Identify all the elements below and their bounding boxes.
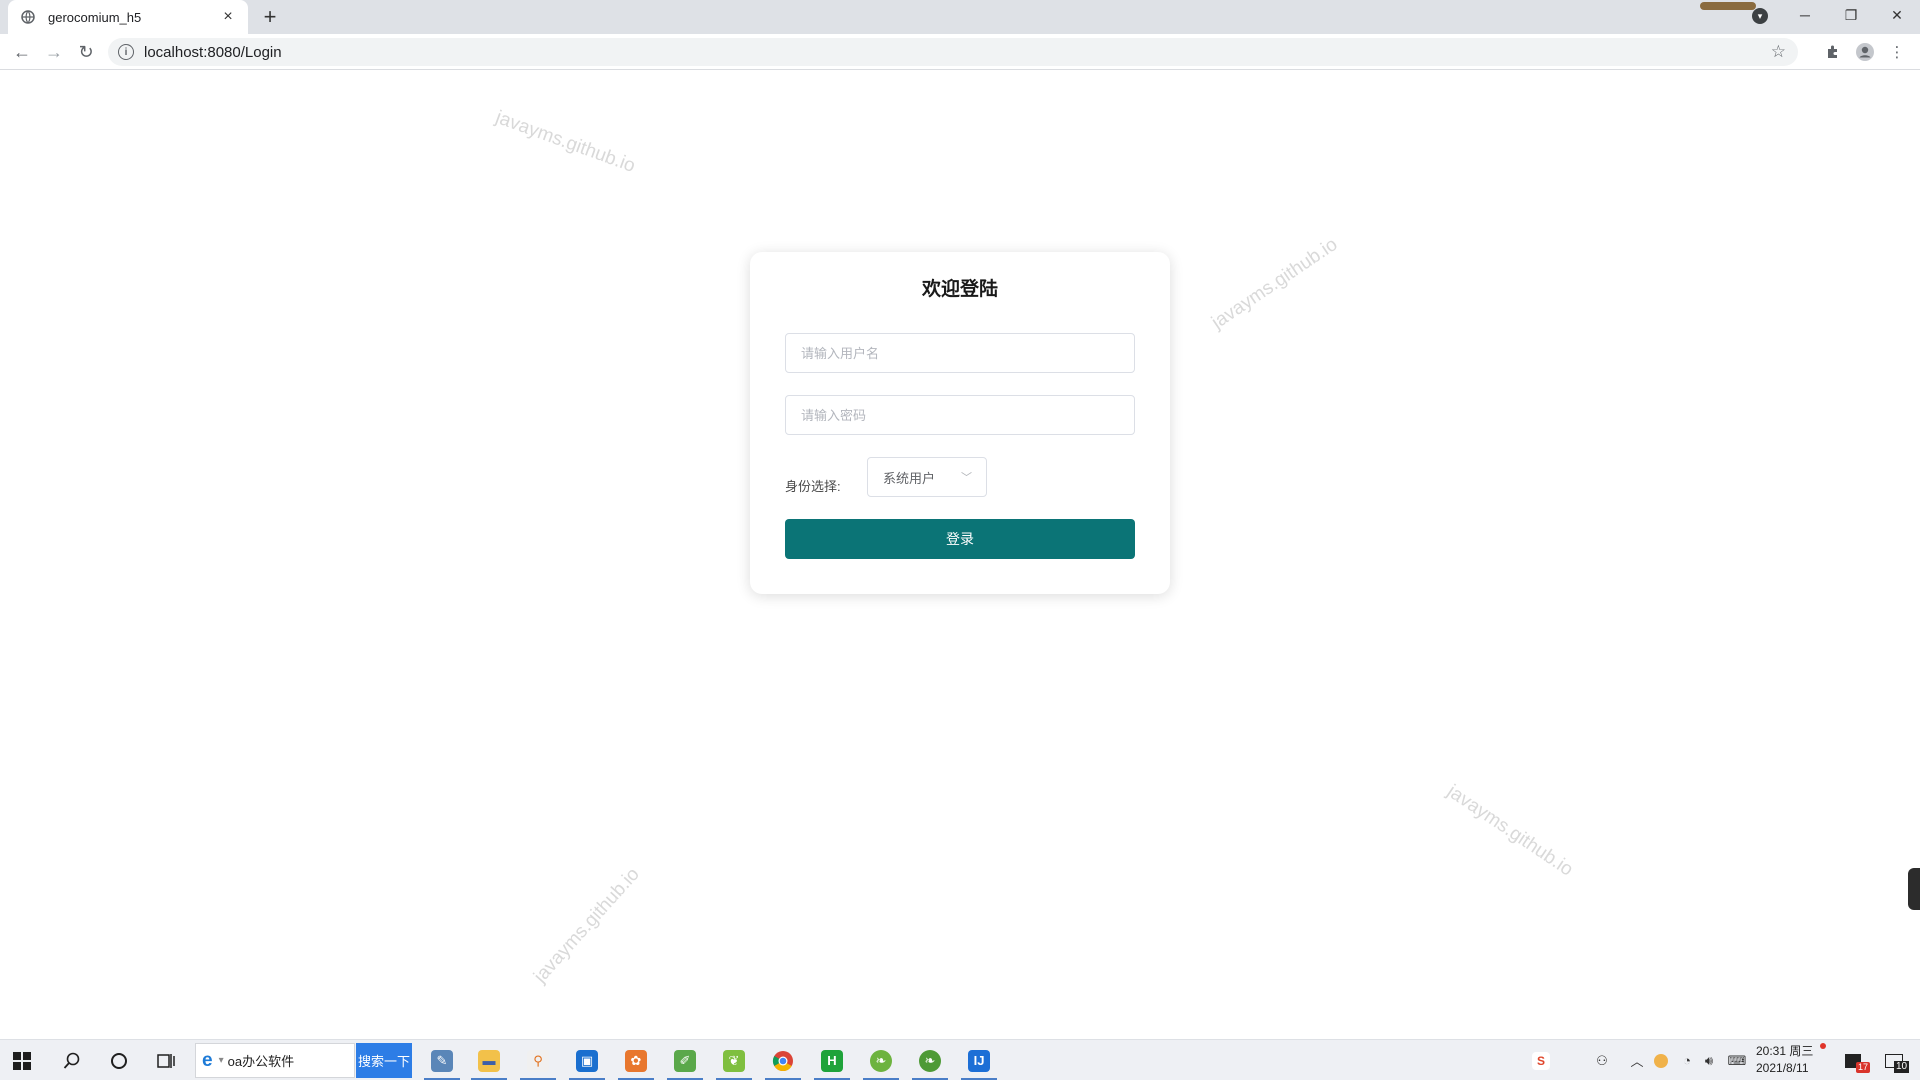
profile-indicator bbox=[1700, 2, 1756, 10]
pinned-app-search[interactable]: ⚲ bbox=[516, 1040, 560, 1080]
tray-app-icon[interactable] bbox=[1650, 1040, 1672, 1080]
login-title: 欢迎登陆 bbox=[921, 279, 998, 300]
taskbar-search-text: oa办公软件 bbox=[227, 1054, 295, 1069]
taskbar-search-button[interactable]: 搜索一下 bbox=[356, 1043, 412, 1078]
clock-time: 20:31 周三 bbox=[1756, 1044, 1814, 1058]
search-app-icon: ⚲ bbox=[527, 1049, 549, 1072]
pinned-app-meeting[interactable]: ▣ bbox=[565, 1040, 609, 1080]
hbuilder-icon: H bbox=[821, 1049, 843, 1072]
sogou-input-icon[interactable]: S bbox=[1527, 1040, 1555, 1080]
watermark: javayms.github.io bbox=[1208, 233, 1342, 334]
watermark: javayms.github.io bbox=[492, 107, 638, 177]
ie-icon: e bbox=[202, 1049, 213, 1071]
clock-date: 2021/8/11 bbox=[1756, 1061, 1809, 1075]
tab-title: gerocomium_h5 bbox=[48, 9, 142, 25]
leaf-app-icon: ❦ bbox=[723, 1049, 745, 1072]
login-page: javayms.github.io javayms.github.io java… bbox=[0, 71, 1920, 1039]
side-drawer-handle[interactable] bbox=[1908, 868, 1920, 910]
restore-button[interactable]: ❐ bbox=[1828, 0, 1874, 30]
extensions-puzzle-icon[interactable] bbox=[1822, 41, 1844, 63]
pinned-app-pen[interactable]: ✎ bbox=[420, 1040, 464, 1080]
profile-avatar-icon[interactable] bbox=[1854, 41, 1876, 63]
people-icon[interactable]: ⚇ bbox=[1590, 1040, 1614, 1080]
windows-logo-icon bbox=[13, 1051, 31, 1070]
login-card: 欢迎登陆 身份选择: 系统用户 ﹀ 登录 bbox=[750, 252, 1170, 594]
spring-tool-icon: ❧ bbox=[919, 1049, 941, 1072]
browser-menu-icon[interactable]: ⋮ bbox=[1886, 41, 1908, 63]
pinned-app-notepad[interactable]: ✐ bbox=[663, 1040, 707, 1080]
pinned-app-settings[interactable]: ✿ bbox=[614, 1040, 658, 1080]
chrome-icon bbox=[772, 1050, 793, 1071]
username-input[interactable] bbox=[785, 333, 1135, 373]
start-button[interactable] bbox=[0, 1040, 44, 1080]
browser-toolbar: ← → ↻ i localhost:8080/Login ☆ ⋮ bbox=[0, 34, 1920, 70]
address-bar[interactable]: i localhost:8080/Login ☆ bbox=[108, 38, 1798, 66]
action-center-count: 10 bbox=[1894, 1061, 1910, 1073]
cortana-icon[interactable] bbox=[97, 1040, 141, 1080]
pinned-app-explorer[interactable]: ▬ bbox=[467, 1040, 511, 1080]
dropdown-icon[interactable]: ▾ bbox=[219, 1055, 224, 1066]
meeting-app-icon: ▣ bbox=[576, 1049, 598, 1072]
role-select-value: 系统用户 bbox=[883, 470, 936, 486]
reload-button[interactable]: ↻ bbox=[74, 40, 98, 64]
clock-notification-dot bbox=[1820, 1043, 1826, 1049]
task-view-icon[interactable] bbox=[144, 1040, 188, 1080]
pen-app-icon: ✎ bbox=[431, 1049, 453, 1072]
action-center-icon[interactable]: 10 bbox=[1876, 1040, 1912, 1080]
volume-icon[interactable]: 🔊︎ bbox=[1698, 1040, 1720, 1080]
keyboard-icon[interactable]: ⌨ bbox=[1722, 1040, 1752, 1080]
browser-tab[interactable]: gerocomium_h5 × bbox=[8, 0, 248, 34]
windows-taskbar: e ▾ oa办公软件 搜索一下 ✎ ▬ ⚲ ▣ ✿ ✐ ❦ H ❧ ❧ IJ S… bbox=[0, 1039, 1920, 1080]
taskbar-clock[interactable]: 20:31 周三 2021/8/11 bbox=[1756, 1043, 1822, 1077]
pinned-app-leaf[interactable]: ❦ bbox=[712, 1040, 756, 1080]
settings-app-icon: ✿ bbox=[625, 1049, 647, 1072]
file-explorer-icon: ▬ bbox=[478, 1049, 500, 1072]
chevron-down-icon: ﹀ bbox=[961, 472, 972, 484]
watermark: javayms.github.io bbox=[530, 863, 644, 988]
pinned-app-spring[interactable]: ❧ bbox=[859, 1040, 903, 1080]
pinned-app-hbuilder[interactable]: H bbox=[810, 1040, 854, 1080]
role-select[interactable]: 系统用户 ﹀ bbox=[867, 457, 987, 497]
globe-icon bbox=[20, 9, 36, 25]
pinned-app-spring-tool[interactable]: ❧ bbox=[908, 1040, 952, 1080]
forward-button[interactable]: → bbox=[42, 40, 66, 64]
close-window-button[interactable]: ✕ bbox=[1874, 0, 1920, 30]
site-info-icon[interactable]: i bbox=[118, 44, 134, 60]
role-label: 身份选择: bbox=[785, 479, 841, 494]
watermark: javayms.github.io bbox=[1443, 781, 1577, 881]
show-hidden-icons-chevron-icon[interactable]: ︿ bbox=[1626, 1040, 1648, 1080]
bookmark-star-icon[interactable]: ☆ bbox=[1771, 42, 1786, 62]
spring-icon: ❧ bbox=[870, 1049, 892, 1072]
password-input[interactable] bbox=[785, 395, 1135, 435]
notification-app-icon[interactable]: 17 bbox=[1838, 1040, 1871, 1080]
pinned-app-chrome[interactable] bbox=[761, 1040, 805, 1080]
notification-badge: 17 bbox=[1856, 1062, 1871, 1073]
tab-search-icon[interactable]: ▾ bbox=[1752, 8, 1768, 24]
new-tab-button[interactable]: + bbox=[258, 5, 282, 29]
browser-tabstrip: gerocomium_h5 × + ▾ ─ ❐ ✕ bbox=[0, 0, 1920, 34]
taskbar-search-input[interactable]: e ▾ oa办公软件 bbox=[195, 1043, 355, 1078]
search-icon[interactable] bbox=[50, 1040, 94, 1080]
minimize-button[interactable]: ─ bbox=[1782, 0, 1828, 30]
back-button[interactable]: ← bbox=[10, 40, 34, 64]
notepad-app-icon: ✐ bbox=[674, 1049, 696, 1072]
pinned-app-intellij[interactable]: IJ bbox=[957, 1040, 1001, 1080]
tab-close-icon[interactable]: × bbox=[218, 7, 238, 27]
intellij-icon: IJ bbox=[968, 1049, 990, 1072]
network-icon[interactable]: ◔ bbox=[1676, 1040, 1698, 1080]
url-text[interactable]: localhost:8080/Login bbox=[144, 44, 282, 61]
login-button[interactable]: 登录 bbox=[785, 519, 1135, 559]
